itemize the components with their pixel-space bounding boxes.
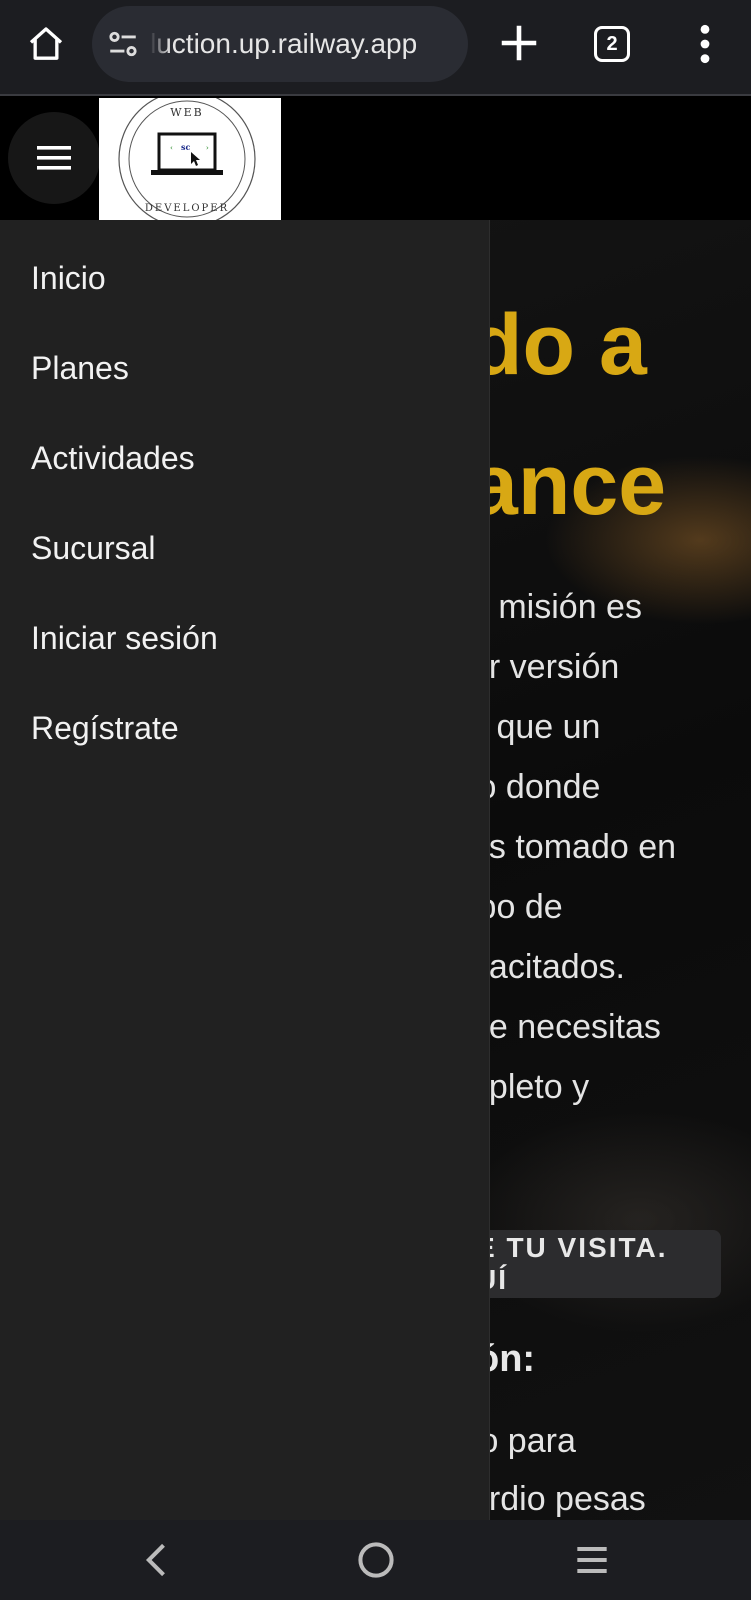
hero-paragraph-line: ue necesitas: [470, 1008, 661, 1046]
hero-title-line: do a: [470, 297, 647, 393]
navigation-drawer: Inicio Planes Actividades Sucursal Inici…: [0, 220, 490, 1520]
site-logo[interactable]: WEB DEVELOPER ‹ › sc: [99, 90, 281, 228]
drawer-item-iniciar-sesion[interactable]: Iniciar sesión: [31, 622, 218, 654]
logo-screen-text: sc: [181, 142, 191, 152]
home-icon[interactable]: [22, 20, 70, 68]
system-navigation-bar: [0, 1520, 751, 1600]
svg-text:‹: ‹: [170, 144, 173, 152]
recent-apps-icon[interactable]: [570, 1538, 614, 1582]
web-developer-logo: WEB DEVELOPER ‹ › sc: [118, 90, 256, 228]
logo-top-text: WEB: [170, 106, 203, 119]
drawer-item-inicio[interactable]: Inicio: [31, 262, 106, 294]
home-circle-icon[interactable]: [354, 1538, 398, 1582]
drawer-item-registrate[interactable]: Regístrate: [31, 712, 179, 744]
tune-icon[interactable]: [106, 27, 140, 61]
svg-text:›: ›: [206, 144, 209, 152]
site-header: WEB DEVELOPER ‹ › sc: [0, 90, 751, 228]
drawer-item-sucursal[interactable]: Sucursal: [31, 532, 156, 564]
hamburger-icon: [37, 146, 71, 170]
logo-bottom-text: DEVELOPER: [145, 203, 229, 214]
menu-toggle-button[interactable]: [8, 112, 100, 204]
back-icon[interactable]: [136, 1538, 180, 1582]
section-paragraph-line: ardio pesas: [470, 1480, 646, 1518]
hero-title-line: ance: [470, 437, 667, 533]
drawer-item-actividades[interactable]: Actividades: [31, 442, 195, 474]
address-bar[interactable]: luction.up.railway.app: [92, 6, 468, 82]
plus-icon[interactable]: [496, 20, 542, 66]
url-fade: [150, 6, 170, 82]
tab-switcher-button[interactable]: 2: [594, 26, 630, 62]
more-vert-icon[interactable]: [690, 22, 720, 66]
hero-paragraph-line: pacitados.: [470, 948, 625, 986]
drawer-item-planes[interactable]: Planes: [31, 352, 129, 384]
hero-paragraph-line: es tomado en: [470, 828, 677, 866]
hero-paragraph-line: a misión es: [470, 588, 642, 626]
hero-paragraph-line: or versión: [470, 648, 620, 686]
url-text[interactable]: luction.up.railway.app: [150, 28, 417, 60]
browser-toolbar: luction.up.railway.app 2: [0, 0, 751, 96]
cta-label-line: E TU VISITA.: [476, 1232, 668, 1263]
